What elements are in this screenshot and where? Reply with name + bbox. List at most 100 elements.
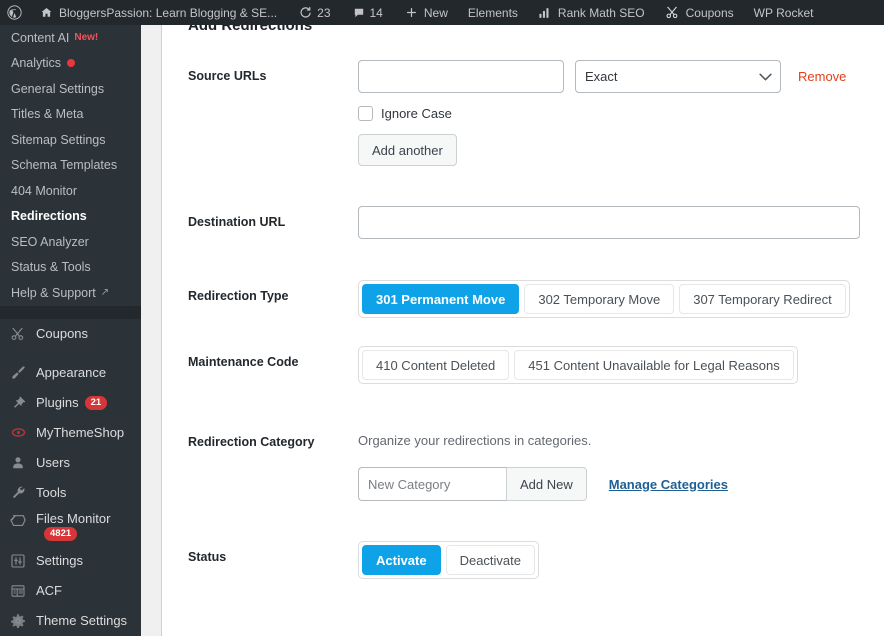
comments-button[interactable]: 14 — [346, 0, 390, 25]
mythemeshop-icon — [8, 423, 28, 443]
redirection-type-option-301[interactable]: 301 Permanent Move — [362, 284, 519, 314]
redirection-type-option-302[interactable]: 302 Temporary Move — [524, 284, 674, 314]
site-name-label: BloggersPassion: Learn Blogging & SE... — [59, 6, 277, 20]
wp-rocket-label: WP Rocket — [754, 6, 814, 20]
sidebar-item-label: Coupons — [36, 326, 88, 341]
sidebar-separator — [0, 306, 141, 319]
sidebar-item-label: Files Monitor — [36, 511, 110, 526]
paintbrush-icon — [8, 363, 28, 383]
plugins-update-badge: 21 — [85, 396, 108, 410]
wordpress-logo-button[interactable] — [0, 0, 29, 25]
match-type-select[interactable]: Exact — [575, 60, 781, 93]
files-icon — [8, 511, 28, 531]
sidebar-item-theme-settings[interactable]: Theme Settings — [0, 606, 141, 636]
sidebar-item-label: MyThemeShop — [36, 425, 124, 440]
sidebar-item-label: Settings — [36, 553, 83, 568]
sidebar-item-label: Help & Support — [11, 286, 96, 300]
sidebar-item-label: Sitemap Settings — [11, 133, 106, 147]
sidebar-item-users[interactable]: Users — [0, 448, 141, 478]
rank-math-icon — [538, 7, 552, 19]
new-category-input[interactable] — [358, 467, 506, 501]
acf-grid-icon — [8, 581, 28, 601]
home-icon — [40, 6, 53, 19]
sidebar-item-mythemeshop[interactable]: MyThemeShop — [0, 418, 141, 448]
add-another-source-button[interactable]: Add another — [358, 134, 457, 166]
sidebar-item-help-support[interactable]: Help & Support ↗ — [0, 280, 141, 306]
sidebar-item-404-monitor[interactable]: 404 Monitor — [0, 178, 141, 204]
sidebar-item-analytics[interactable]: Analytics — [0, 51, 141, 77]
sidebar-item-label: Theme Settings — [36, 613, 127, 628]
status-option-activate[interactable]: Activate — [362, 545, 441, 575]
sidebar-item-tools[interactable]: Tools — [0, 478, 141, 508]
sidebar-item-label: Plugins — [36, 395, 79, 410]
sidebar-item-status-tools[interactable]: Status & Tools — [0, 255, 141, 281]
sidebar-item-content-ai[interactable]: Content AI New! — [0, 25, 141, 51]
admin-sidebar: Content AI New! Analytics General Settin… — [0, 25, 141, 636]
updates-button[interactable]: 23 — [292, 0, 337, 25]
redirection-type-option-307[interactable]: 307 Temporary Redirect — [679, 284, 846, 314]
maintenance-code-row: Maintenance Code 410 Content Deleted 451… — [162, 346, 884, 384]
redirection-type-row: Redirection Type 301 Permanent Move 302 … — [162, 280, 884, 318]
elements-label: Elements — [468, 6, 518, 20]
wp-rocket-menu[interactable]: WP Rocket — [747, 0, 821, 25]
manage-categories-link[interactable]: Manage Categories — [609, 477, 728, 492]
status-option-deactivate[interactable]: Deactivate — [446, 545, 535, 575]
sidebar-item-titles-meta[interactable]: Titles & Meta — [0, 102, 141, 128]
sidebar-content-gap — [141, 25, 161, 636]
redirection-type-group: 301 Permanent Move 302 Temporary Move 30… — [358, 280, 850, 318]
sidebar-item-label: Schema Templates — [11, 158, 117, 172]
sidebar-item-coupons[interactable]: Coupons — [0, 319, 141, 349]
sidebar-item-seo-analyzer[interactable]: SEO Analyzer — [0, 229, 141, 255]
coupons-label: Coupons — [686, 6, 734, 20]
wrench-icon — [8, 483, 28, 503]
sidebar-item-label: SEO Analyzer — [11, 235, 89, 249]
user-icon — [8, 453, 28, 473]
main-content: Add Redirections Source URLs Exact Remov… — [161, 25, 884, 636]
add-new-category-button[interactable]: Add New — [506, 467, 587, 501]
source-urls-row: Source URLs Exact Remove — [162, 60, 884, 166]
destination-url-input[interactable] — [358, 206, 860, 239]
ignore-case-label[interactable]: Ignore Case — [381, 106, 452, 121]
maintenance-code-option-451[interactable]: 451 Content Unavailable for Legal Reason… — [514, 350, 794, 380]
sidebar-item-acf[interactable]: ACF — [0, 576, 141, 606]
external-link-icon: ↗ — [101, 287, 109, 298]
elements-menu[interactable]: Elements — [461, 0, 525, 25]
sidebar-item-label: Analytics — [11, 56, 61, 70]
sidebar-item-general-settings[interactable]: General Settings — [0, 76, 141, 102]
sidebar-item-redirections[interactable]: Redirections — [0, 204, 141, 230]
sidebar-item-label: Users — [36, 455, 70, 470]
new-category-row: Add New Manage Categories — [358, 467, 884, 501]
status-row: Status Activate Deactivate — [162, 541, 884, 579]
destination-url-row: Destination URL — [162, 206, 884, 239]
scissors-icon — [8, 324, 28, 344]
redirection-category-row: Redirection Category Organize your redir… — [162, 426, 884, 501]
remove-source-url-link[interactable]: Remove — [798, 60, 846, 93]
admin-bar: BloggersPassion: Learn Blogging & SE... … — [0, 0, 884, 25]
site-name-menu[interactable]: BloggersPassion: Learn Blogging & SE... — [29, 0, 284, 25]
sidebar-item-label: ACF — [36, 583, 62, 598]
sidebar-item-appearance[interactable]: Appearance — [0, 358, 141, 388]
comments-count: 14 — [370, 6, 383, 20]
maintenance-code-group: 410 Content Deleted 451 Content Unavaila… — [358, 346, 798, 384]
sidebar-item-settings[interactable]: Settings — [0, 546, 141, 576]
scissors-icon — [665, 5, 680, 20]
settings-sliders-icon — [8, 551, 28, 571]
maintenance-code-option-410[interactable]: 410 Content Deleted — [362, 350, 509, 380]
redirection-category-label: Redirection Category — [188, 426, 358, 501]
sidebar-item-label: Redirections — [11, 209, 87, 223]
add-redirections-panel: Add Redirections Source URLs Exact Remov… — [162, 25, 884, 579]
maintenance-code-label: Maintenance Code — [188, 346, 358, 384]
rank-math-seo-menu[interactable]: Rank Math SEO — [531, 0, 652, 25]
sidebar-item-sitemap-settings[interactable]: Sitemap Settings — [0, 127, 141, 153]
ignore-case-checkbox[interactable] — [358, 106, 373, 121]
redirection-type-label: Redirection Type — [188, 280, 358, 318]
sidebar-spacer — [0, 349, 141, 358]
new-content-button[interactable]: New — [398, 0, 455, 25]
coupons-menu[interactable]: Coupons — [658, 0, 741, 25]
source-url-input[interactable] — [358, 60, 564, 93]
sidebar-item-plugins[interactable]: Plugins 21 — [0, 388, 141, 418]
sidebar-item-schema-templates[interactable]: Schema Templates — [0, 153, 141, 179]
source-urls-label: Source URLs — [188, 60, 358, 166]
sidebar-item-files-monitor[interactable]: Files Monitor 4821 — [0, 508, 141, 546]
status-label: Status — [188, 541, 358, 579]
